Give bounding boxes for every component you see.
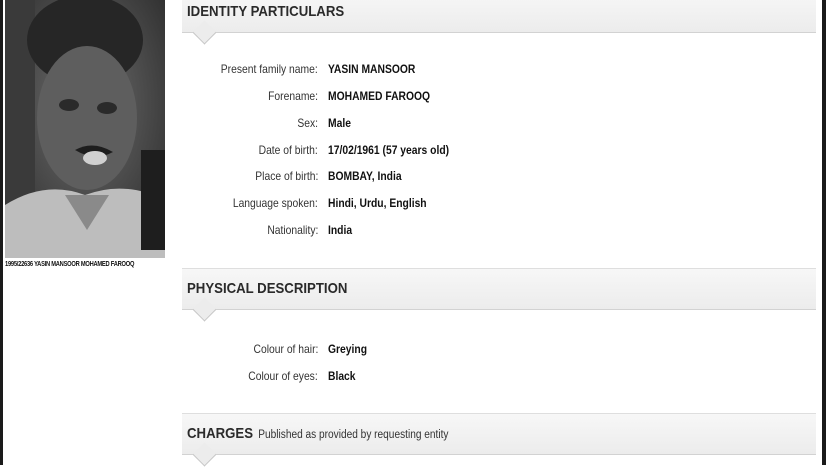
detail-row-place-of-birth: Place of birth: BOMBAY, India [182, 169, 816, 189]
detail-value: Male [328, 116, 351, 130]
detail-value: YASIN MANSOOR [328, 62, 416, 76]
detail-row-eye-colour: Colour of eyes: Black [182, 369, 816, 389]
detail-row-family-name: Present family name: YASIN MANSOOR [182, 62, 816, 82]
physical-section-title: PHYSICAL DESCRIPTION [187, 280, 348, 297]
detail-value: 17/02/1961 (57 years old) [328, 143, 450, 157]
detail-label: Sex: [297, 116, 318, 130]
person-photo [5, 0, 165, 258]
charges-section-title: CHARGES Published as provided by requesti… [187, 414, 448, 455]
detail-label: Present family name: [221, 62, 318, 76]
detail-value: Greying [328, 342, 368, 356]
detail-label: Date of birth: [258, 143, 318, 157]
detail-value: MOHAMED FAROOQ [328, 89, 431, 103]
detail-value: BOMBAY, India [328, 169, 402, 183]
detail-row-forename: Forename: MOHAMED FAROOQ [182, 89, 816, 109]
detail-row-date-of-birth: Date of birth: 17/02/1961 (57 years old) [182, 143, 816, 163]
notice-details: IDENTITY PARTICULARS Present family name… [182, 0, 816, 467]
right-border [822, 0, 826, 465]
detail-label: Nationality: [266, 223, 318, 237]
detail-value: Black [328, 369, 356, 383]
left-border [0, 0, 3, 465]
detail-label: Colour of hair: [253, 342, 318, 356]
detail-row-language: Language spoken: Hindi, Urdu, English [182, 196, 816, 216]
detail-row-nationality: Nationality: India [182, 223, 816, 243]
detail-label: Colour of eyes: [248, 369, 318, 383]
detail-row-hair-colour: Colour of hair: Greying [182, 342, 816, 362]
detail-value: Hindi, Urdu, English [328, 196, 427, 210]
detail-value: India [328, 223, 353, 237]
photo-caption: 1995/22636 YASIN MANSOOR MOHAMED FAROOQ [5, 261, 135, 268]
identity-section-header: IDENTITY PARTICULARS [182, 0, 816, 45]
detail-label: Forename: [268, 89, 318, 103]
detail-label: Language spoken: [233, 196, 318, 210]
detail-row-sex: Sex: Male [182, 116, 816, 136]
physical-section-header: PHYSICAL DESCRIPTION [182, 268, 816, 322]
charges-section-header: CHARGES Published as provided by requesti… [182, 413, 816, 467]
detail-label: Place of birth: [254, 169, 318, 183]
charges-title-text: CHARGES [187, 425, 254, 442]
charges-subtitle: Published as provided by requesting enti… [258, 429, 449, 441]
